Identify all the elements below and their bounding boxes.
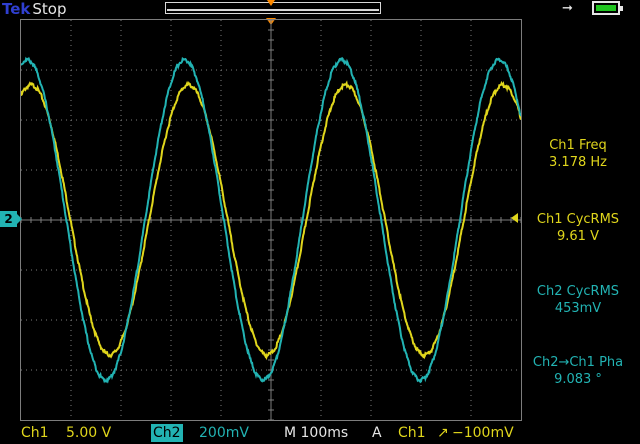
trigger-source[interactable]: Ch1: [398, 423, 426, 444]
measurement-ch1-cycrms: Ch1 CycRMS 9.61 V: [522, 211, 634, 245]
measurement-value: 3.178 Hz: [549, 155, 607, 170]
brand-status: Tek Stop: [2, 0, 67, 18]
battery-nub: [620, 6, 623, 11]
battery-icon: [592, 1, 623, 15]
record-window: [167, 9, 379, 11]
brand-logo: Tek: [2, 0, 31, 18]
ch1-scale: 5.00 V: [66, 425, 112, 441]
measurement-value: 9.083 °: [554, 372, 602, 387]
ch1-label[interactable]: Ch1: [21, 423, 49, 444]
measurement-ch1-freq: Ch1 Freq 3.178 Hz: [522, 137, 634, 171]
measurement-label: Ch2→Ch1 Pha: [532, 355, 624, 370]
scope-graticule: [20, 19, 522, 421]
measurement-label: Ch1 Freq: [549, 138, 607, 153]
waveform-plot: [20, 19, 522, 421]
top-status-bar: Tek Stop ➞: [0, 0, 640, 20]
battery-level-fill: [596, 5, 616, 11]
measurement-value: 9.61 V: [557, 229, 599, 244]
timebase[interactable]: M 100ms: [284, 423, 348, 444]
trigger-level: −100mV: [452, 425, 514, 441]
ch2-label[interactable]: Ch2: [151, 424, 183, 442]
ac-plug-icon: ➞: [562, 1, 573, 16]
measurement-phase: Ch2→Ch1 Pha 9.083 °: [522, 354, 634, 388]
rising-edge-icon: ↗: [437, 425, 449, 441]
trigger-mode: A: [372, 425, 382, 441]
ch2-scale: 200mV: [199, 425, 249, 441]
ch2-ground-marker[interactable]: 2: [0, 211, 22, 227]
measurement-value: 453mV: [554, 301, 602, 316]
acquisition-status: Stop: [32, 0, 67, 18]
measurement-label: Ch2 CycRMS: [536, 284, 620, 299]
bottom-status-bar: Ch1 5.00 V Ch2 200mV M 100ms A Ch1 ↗ −10…: [0, 423, 640, 444]
measurement-label: Ch1 CycRMS: [536, 212, 620, 227]
trigger-position-icon: [267, 0, 275, 6]
trigger-level-marker-icon: [511, 213, 518, 223]
measurement-ch2-cycrms: Ch2 CycRMS 453mV: [522, 283, 634, 317]
